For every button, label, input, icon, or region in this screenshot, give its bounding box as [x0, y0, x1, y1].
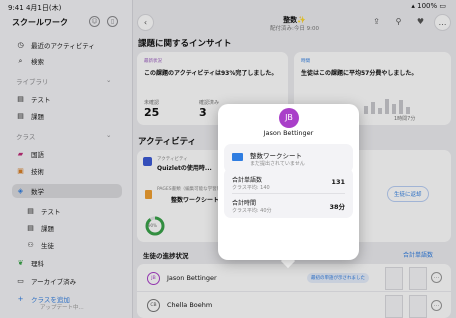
folder-icon [232, 153, 243, 161]
document-title: 整数ワークシート [250, 152, 302, 160]
popover-student-name: Jason Bettinger [263, 129, 314, 137]
stat-value: 38分 [329, 203, 345, 211]
student-popover: JB Jason Bettinger 整数ワークシート まだ提出されていません … [218, 104, 359, 260]
app-window: スクールワーク ☺ ▯ ◷ 最近のアクティビティ ⌕ 検索 ライブラリ ⌄ ▤ … [0, 0, 456, 318]
avatar: JB [279, 108, 299, 128]
popover-stats: 合計単語数 クラス平均: 140 131 合計時間 クラス平均: 40分 38分 [224, 168, 353, 218]
stat-label: 合計単語数 [232, 177, 263, 184]
stat-value: 131 [331, 178, 345, 186]
stat-sub: クラス平均: 40分 [232, 208, 272, 214]
stat-label: 合計時間 [232, 200, 257, 207]
document-status: まだ提出されていません [250, 161, 305, 167]
divider [232, 193, 345, 194]
stat-sub: クラス平均: 140 [232, 185, 270, 191]
